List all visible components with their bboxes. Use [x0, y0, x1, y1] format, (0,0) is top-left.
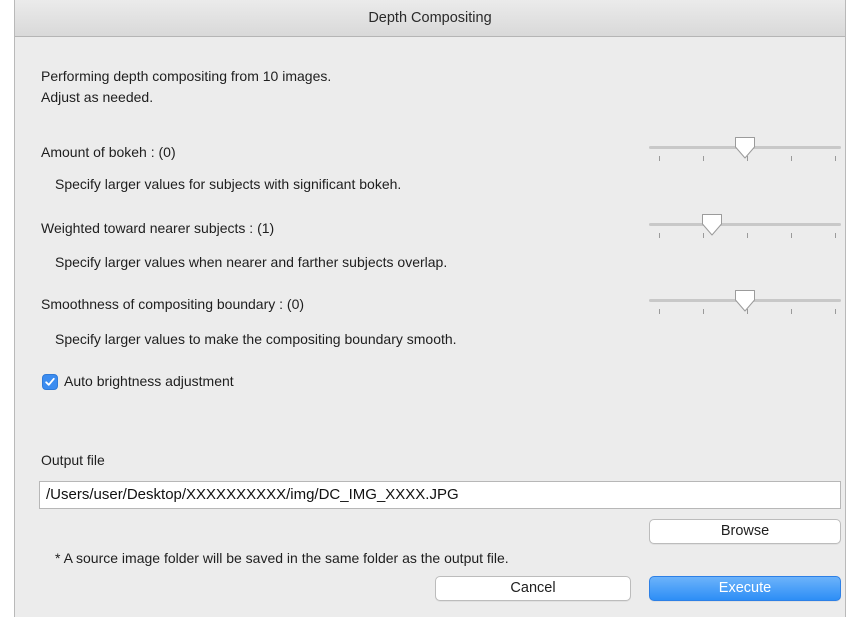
- checkmark-icon: [45, 377, 55, 386]
- browse-button[interactable]: Browse: [649, 519, 841, 544]
- smoothness-slider[interactable]: [649, 290, 841, 319]
- slider-tick: [659, 156, 660, 161]
- nearer-subjects-hint: Specify larger values when nearer and fa…: [55, 254, 448, 270]
- nearer-subjects-slider[interactable]: [649, 214, 841, 243]
- slider-track: [649, 223, 841, 226]
- slider-tick: [703, 156, 704, 161]
- intro-line-2: Adjust as needed.: [41, 89, 154, 105]
- intro-line-1: Performing depth compositing from 10 ima…: [41, 68, 332, 84]
- cancel-button[interactable]: Cancel: [435, 576, 631, 601]
- slider-tick: [703, 309, 704, 314]
- smoothness-hint: Specify larger values to make the compos…: [55, 331, 457, 347]
- slider-tick: [835, 309, 836, 314]
- slider-tick: [747, 233, 748, 238]
- slider-thumb[interactable]: [733, 135, 757, 161]
- slider-thumb[interactable]: [733, 288, 757, 314]
- window-title: Depth Compositing: [15, 0, 845, 37]
- slider-tick: [791, 156, 792, 161]
- smoothness-label: Smoothness of compositing boundary : (0): [41, 296, 305, 312]
- slider-thumb[interactable]: [700, 212, 724, 238]
- bokeh-label: Amount of bokeh : (0): [41, 144, 176, 160]
- slider-tick: [791, 309, 792, 314]
- auto-brightness-checkbox[interactable]: [42, 374, 58, 390]
- slider-tick: [835, 233, 836, 238]
- output-path-field[interactable]: /Users/user/Desktop/XXXXXXXXXX/img/DC_IM…: [39, 481, 841, 509]
- slider-tick: [659, 233, 660, 238]
- nearer-subjects-label: Weighted toward nearer subjects : (1): [41, 220, 275, 236]
- auto-brightness-label[interactable]: Auto brightness adjustment: [64, 373, 234, 389]
- bokeh-hint: Specify larger values for subjects with …: [55, 176, 402, 192]
- slider-tick: [791, 233, 792, 238]
- slider-tick: [835, 156, 836, 161]
- output-note: * A source image folder will be saved in…: [55, 550, 509, 566]
- execute-button[interactable]: Execute: [649, 576, 841, 601]
- bokeh-slider[interactable]: [649, 137, 841, 166]
- depth-compositing-dialog: Depth Compositing Performing depth compo…: [14, 0, 846, 617]
- output-file-label: Output file: [41, 452, 105, 468]
- slider-tick: [659, 309, 660, 314]
